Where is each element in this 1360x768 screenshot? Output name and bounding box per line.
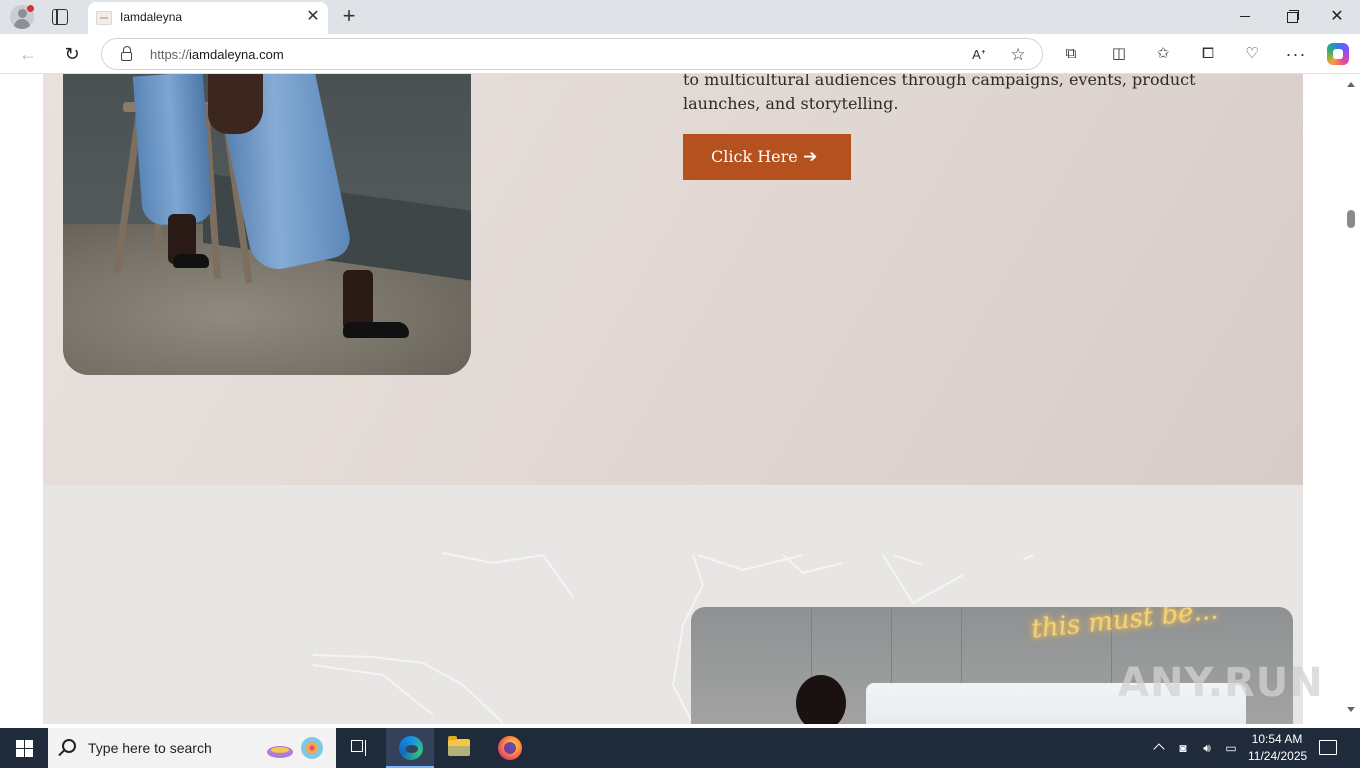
- neon-sign-text: this must be...: [1029, 607, 1220, 645]
- performance-icon[interactable]: ♡: [1241, 43, 1263, 65]
- address-bar[interactable]: https://iamdaleyna.com Aᐩ ☆: [101, 38, 1043, 70]
- profile-notification-dot: [27, 5, 34, 12]
- tab-title: Iamdaleyna: [120, 10, 183, 24]
- clock-time: 10:54 AM: [1251, 732, 1303, 746]
- click-here-button[interactable]: Click Here ➔: [683, 134, 851, 180]
- favorites-icon[interactable]: ✩: [1152, 43, 1174, 65]
- click-here-label: Click Here: [711, 147, 798, 166]
- volume-icon[interactable]: 🔊︎: [1199, 740, 1215, 756]
- hero-text-line: launches, and storytelling.: [683, 94, 899, 113]
- more-icon[interactable]: ···: [1285, 43, 1307, 65]
- hero-photo: [63, 74, 471, 375]
- scroll-thumb[interactable]: [1347, 210, 1355, 228]
- search-placeholder: Type here to search: [88, 740, 212, 756]
- url-text[interactable]: https://iamdaleyna.com: [150, 47, 284, 62]
- close-icon[interactable]: ✕: [303, 7, 323, 27]
- scroll-down-icon[interactable]: [1347, 707, 1355, 712]
- copilot-icon[interactable]: [1327, 43, 1349, 65]
- page-viewport: to multicultural audiences through campa…: [0, 74, 1342, 724]
- read-aloud-icon[interactable]: Aᐩ: [968, 44, 990, 66]
- hero-text-line: to multicultural audiences through campa…: [683, 74, 1196, 89]
- network-icon[interactable]: ▭: [1223, 740, 1239, 756]
- second-section: this must be...: [43, 485, 1303, 724]
- split-screen-icon[interactable]: ◫: [1108, 43, 1130, 65]
- browser-toolbar: ← ↻ https://iamdaleyna.com Aᐩ ☆ ⧉ ◫ ✩ ⧠ …: [0, 34, 1360, 74]
- collections-icon[interactable]: ⧠: [1197, 43, 1219, 65]
- firefox-icon[interactable]: [485, 728, 533, 768]
- search-icon: [62, 739, 76, 753]
- show-hidden-icons-icon[interactable]: [1151, 740, 1167, 756]
- favorite-star-icon[interactable]: ☆: [1007, 44, 1029, 66]
- page-scrollbar[interactable]: [1342, 74, 1360, 724]
- window-close-icon[interactable]: ✕: [1314, 0, 1360, 34]
- back-icon[interactable]: ←: [14, 40, 42, 68]
- scroll-up-icon[interactable]: [1347, 82, 1355, 87]
- browser-tab[interactable]: Iamdaleyna ✕: [88, 2, 328, 34]
- file-explorer-icon[interactable]: [435, 728, 483, 768]
- site-favicon-icon: [96, 11, 112, 25]
- task-view-icon[interactable]: [336, 728, 384, 768]
- clock-date: 11/24/2025: [1248, 749, 1308, 763]
- maximize-icon[interactable]: [1268, 0, 1314, 34]
- watermark: ANY.RUN: [1118, 660, 1324, 706]
- hero-section: to multicultural audiences through campa…: [43, 74, 1303, 485]
- tab-actions-icon[interactable]: [52, 9, 68, 25]
- new-tab-icon[interactable]: +: [337, 4, 361, 28]
- taskbar-clock[interactable]: 10:54 AM 11/24/2025: [1248, 731, 1308, 765]
- tab-bar: Iamdaleyna ✕ + ✕: [0, 0, 1360, 34]
- arrow-right-icon: ➔: [803, 147, 818, 167]
- search-highlight-icon: [267, 737, 323, 759]
- windows-taskbar: Type here to search ◙ 🔊︎ ▭ 10:54 AM 11/2…: [0, 728, 1360, 768]
- extensions-icon[interactable]: ⧉: [1060, 43, 1082, 65]
- minimize-icon[interactable]: [1222, 0, 1268, 34]
- refresh-icon[interactable]: ↻: [58, 40, 86, 68]
- taskbar-search-box[interactable]: Type here to search: [48, 728, 336, 768]
- edge-icon[interactable]: [386, 728, 434, 768]
- windows-start-icon[interactable]: [0, 728, 48, 768]
- notifications-icon[interactable]: [1319, 740, 1337, 755]
- meet-now-icon[interactable]: ◙: [1175, 740, 1191, 756]
- lock-icon[interactable]: [121, 46, 132, 61]
